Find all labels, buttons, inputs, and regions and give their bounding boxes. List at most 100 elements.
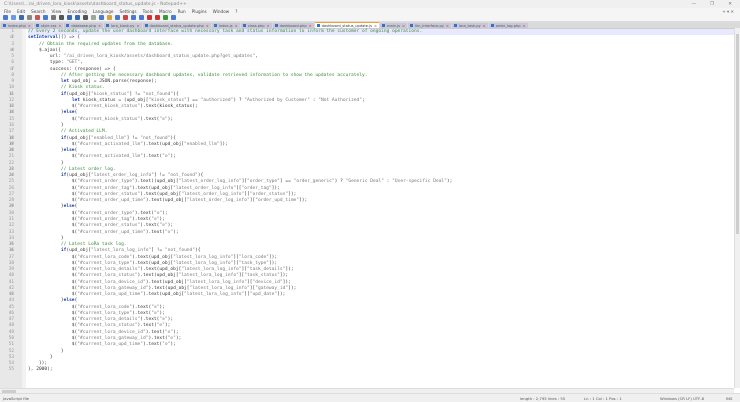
fold-toggle-icon[interactable]: ⊟ <box>10 204 13 210</box>
toolbar-button-icon[interactable] <box>155 15 160 20</box>
toolbar-button-icon[interactable] <box>19 15 24 20</box>
eol-format: Windows (CR LF) <box>660 395 692 401</box>
toolbar-button-icon[interactable] <box>107 15 112 20</box>
file-icon <box>144 24 148 27</box>
scrollbar-thumb[interactable] <box>736 34 739 234</box>
tab-label: dashboard_status_update.php <box>149 23 204 28</box>
close-tab-icon[interactable]: × <box>309 24 312 28</box>
tab-label: dashboard_status_update.js <box>321 23 372 28</box>
toolbar-button-icon[interactable] <box>27 15 32 20</box>
menu-right-controls[interactable]: + ▾ ✕ <box>722 9 740 14</box>
file-icon <box>490 24 494 27</box>
toolbar-button-icon[interactable] <box>83 15 88 20</box>
line-number: 11 ⊟ <box>8 91 14 98</box>
toolbar-button-icon[interactable] <box>35 15 40 20</box>
fold-toggle-icon[interactable]: ⊟ <box>10 92 13 98</box>
file-icon <box>35 24 39 27</box>
fold-toggle-icon[interactable]: ⊟ <box>10 173 13 179</box>
fold-toggle-icon[interactable]: ⊟ <box>10 35 13 41</box>
toolbar-button-icon[interactable] <box>67 15 72 20</box>
toolbar-button-icon[interactable] <box>75 15 80 20</box>
close-tab-icon[interactable]: × <box>235 24 238 28</box>
file-icon <box>274 24 278 27</box>
file-type: JavaScript file <box>3 395 30 401</box>
menu-macro[interactable]: Macro <box>159 9 172 14</box>
toolbar-button-icon[interactable] <box>123 15 128 20</box>
code-area[interactable]: // Every 2 seconds, update the user dash… <box>26 29 734 388</box>
code-editor[interactable]: 1 2 ⊟ 3 4 ⊟ 5 6 7 ⊟ 8 9 10 11 ⊟ 12 13 ⊟ 14 ⊟ 15 16 17 18 ⊟ 19 ⊟ 20 ⊟… <box>0 28 734 388</box>
fold-toggle-icon[interactable]: ⊟ <box>10 48 13 54</box>
toolbar <box>0 14 740 22</box>
tab-label: dashboard.php <box>279 23 307 28</box>
file-icon <box>213 24 217 27</box>
toolbar-button-icon[interactable] <box>11 15 16 20</box>
toolbar-button-icon[interactable] <box>99 15 104 20</box>
menu-window[interactable]: Window <box>213 9 230 14</box>
tab-label: class.php <box>247 23 265 28</box>
close-tab-icon[interactable]: × <box>58 24 61 28</box>
close-button[interactable]: ✕ <box>728 2 732 7</box>
line-number: 4 ⊟ <box>10 47 14 54</box>
toolbar-button-icon[interactable] <box>131 15 136 20</box>
tab-label: lora_task.py <box>458 23 481 28</box>
menu-run[interactable]: Run <box>178 9 186 14</box>
close-tab-icon[interactable]: × <box>446 24 449 28</box>
menu-view[interactable]: View <box>52 9 62 14</box>
menu-encoding[interactable]: Encoding <box>67 9 86 14</box>
tab-label: llm_interface.py <box>414 23 444 28</box>
line-number: 7 ⊟ <box>10 66 14 73</box>
line-number-gutter: 1 2 ⊟ 3 4 ⊟ 5 6 7 ⊟ 8 9 10 11 ⊟ 12 13 ⊟ 14 ⊟ 15 16 17 18 ⊟ 19 ⊟ 20 ⊟… <box>0 29 22 388</box>
vertical-scrollbar[interactable] <box>734 28 740 388</box>
menu-search[interactable]: Search <box>31 9 45 14</box>
close-tab-icon[interactable]: × <box>374 24 377 28</box>
fold-toggle-icon[interactable]: ⊟ <box>10 248 13 254</box>
close-tab-icon[interactable]: × <box>483 24 486 28</box>
fold-toggle-icon[interactable]: ⊟ <box>10 110 13 116</box>
tab-label: order_log.php <box>495 23 521 28</box>
toolbar-button-icon[interactable] <box>43 15 48 20</box>
menu-plugins[interactable]: Plugins <box>192 9 207 14</box>
toolbar-button-icon[interactable] <box>163 15 168 20</box>
toolbar-button-icon[interactable] <box>139 15 144 20</box>
toolbar-button-icon[interactable] <box>147 15 152 20</box>
status-bar: JavaScript file length : 2,795 lines : 5… <box>0 393 740 402</box>
tab-label: database.php <box>71 23 96 28</box>
tab-label: main.js <box>386 23 400 28</box>
file-icon <box>381 24 385 27</box>
fold-toggle-icon[interactable]: ⊟ <box>10 148 13 154</box>
fold-toggle-icon[interactable]: ⊟ <box>10 67 13 73</box>
toolbar-button-icon[interactable] <box>91 15 96 20</box>
close-tab-icon[interactable]: × <box>98 24 101 28</box>
close-tab-icon[interactable]: × <box>28 24 31 28</box>
toolbar-button-icon[interactable] <box>51 15 56 20</box>
toolbar-button-icon[interactable] <box>171 15 176 20</box>
encoding: UTF-8 <box>693 395 705 401</box>
line-number: 43 ⊟ <box>8 292 14 298</box>
line-number: 20 ⊟ <box>8 148 14 154</box>
fold-toggle-icon[interactable]: ⊟ <box>10 292 13 298</box>
close-tab-icon[interactable]: × <box>206 24 209 28</box>
window-title: C:\Users\...\ai_driven_lora_kiosk\assets… <box>4 1 187 7</box>
maximize-button[interactable]: ❐ <box>710 2 714 7</box>
close-tab-icon[interactable]: × <box>267 24 270 28</box>
menu-edit[interactable]: Edit <box>17 9 25 14</box>
line-number: 36 ⊟ <box>8 248 14 254</box>
toolbar-button-icon[interactable] <box>59 15 64 20</box>
line-number: 24 ⊟ <box>8 173 14 179</box>
close-tab-icon[interactable]: × <box>136 24 139 28</box>
insert-mode: INS <box>726 395 733 401</box>
menu-language[interactable]: Language <box>93 9 114 14</box>
tab-label: lora_kiosk.py <box>111 23 135 28</box>
toolbar-button-icon[interactable] <box>3 15 8 20</box>
menu-tools[interactable]: Tools <box>143 9 153 14</box>
close-tab-icon[interactable]: × <box>402 24 405 28</box>
menu-file[interactable]: File <box>4 9 11 14</box>
minimize-button[interactable]: — <box>692 2 697 7</box>
close-tab-icon[interactable]: × <box>523 24 526 28</box>
file-icon <box>316 24 320 27</box>
menu-settings[interactable]: Settings <box>119 9 136 14</box>
line-number: 55 <box>8 367 14 373</box>
menu-help[interactable]: ? <box>235 9 237 14</box>
toolbar-button-icon[interactable] <box>115 15 120 20</box>
doc-length: length : 2,795 lines : 55 <box>520 395 566 401</box>
